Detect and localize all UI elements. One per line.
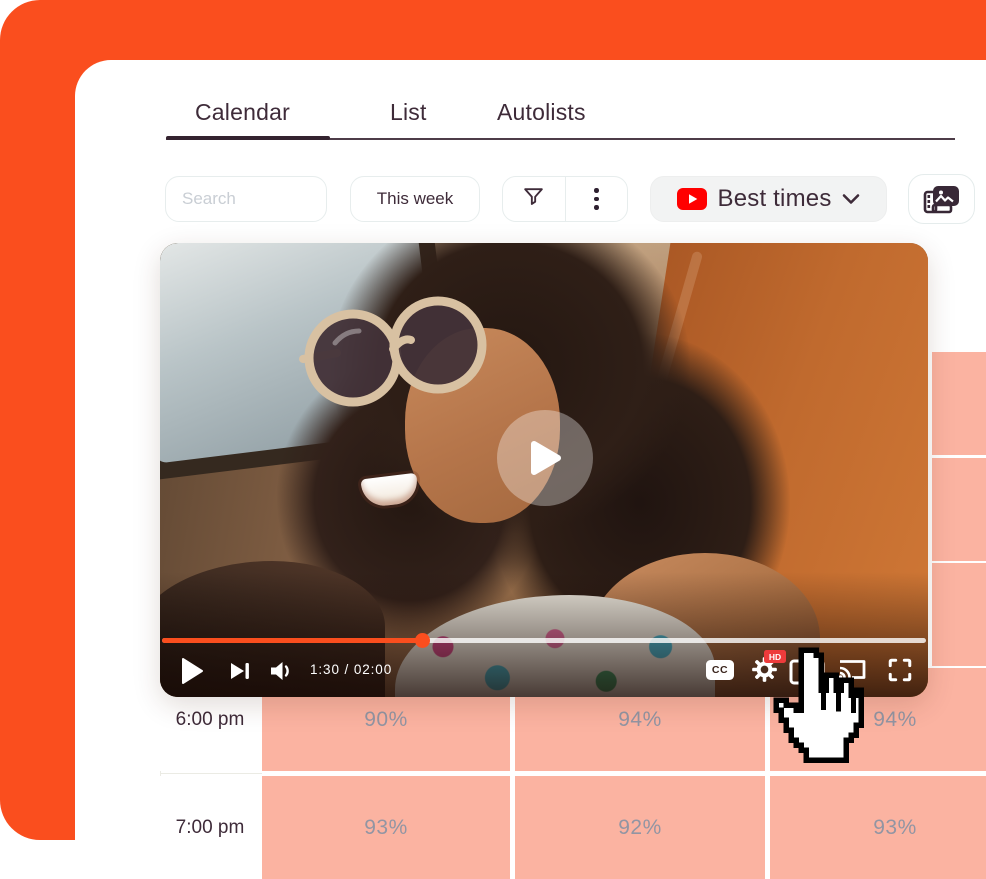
- filter-menu-group: [502, 176, 628, 222]
- media-library-button[interactable]: [908, 174, 975, 224]
- progress-fill: [162, 638, 422, 643]
- progress-bar[interactable]: [162, 638, 926, 643]
- chevron-down-icon: [842, 193, 860, 205]
- youtube-icon: [677, 188, 707, 210]
- filter-button[interactable]: [503, 177, 565, 221]
- time-label: 7:00 pm: [160, 776, 260, 879]
- grid-cell-sliver[interactable]: [932, 352, 986, 455]
- search-box[interactable]: [165, 176, 327, 222]
- search-input[interactable]: [180, 188, 314, 210]
- photo-sunglasses: [275, 283, 515, 418]
- time-row-divider: [160, 773, 262, 774]
- tab-calendar[interactable]: Calendar: [195, 99, 290, 126]
- fullscreen-icon: [887, 657, 913, 683]
- more-options-button[interactable]: [565, 177, 628, 221]
- week-select-button[interactable]: This week: [350, 176, 480, 222]
- active-tab-underline: [166, 136, 330, 140]
- tab-autolists[interactable]: Autolists: [497, 99, 586, 126]
- best-time-cell[interactable]: 93%: [770, 776, 986, 879]
- time-display: 1:30 / 02:00: [310, 662, 392, 677]
- tab-list[interactable]: List: [390, 99, 427, 126]
- cc-icon: CC: [712, 664, 728, 676]
- grid-cell-sliver[interactable]: [932, 563, 986, 666]
- play-button[interactable]: [180, 657, 204, 685]
- best-time-cell[interactable]: 93%: [262, 776, 510, 879]
- video-player[interactable]: 1:30 / 02:00 CC HD: [160, 243, 928, 697]
- best-times-dropdown[interactable]: Best times: [650, 176, 887, 222]
- skip-next-button[interactable]: [229, 661, 251, 681]
- funnel-icon: [521, 184, 546, 214]
- play-icon: [180, 657, 204, 685]
- captions-button[interactable]: CC: [706, 660, 734, 680]
- best-time-cell[interactable]: 92%: [515, 776, 765, 879]
- media-library-icon: [922, 183, 962, 216]
- volume-icon: [268, 660, 294, 682]
- progress-knob[interactable]: [415, 633, 430, 648]
- big-play-button[interactable]: [497, 410, 593, 506]
- kebab-menu-icon: [594, 188, 599, 210]
- grid-cell-sliver[interactable]: [932, 458, 986, 561]
- big-play-icon: [525, 437, 565, 479]
- best-times-label: Best times: [717, 185, 831, 213]
- fullscreen-button[interactable]: [887, 657, 913, 683]
- hand-pointer-cursor: [766, 645, 866, 770]
- skip-next-icon: [229, 661, 251, 681]
- volume-button[interactable]: [268, 660, 294, 682]
